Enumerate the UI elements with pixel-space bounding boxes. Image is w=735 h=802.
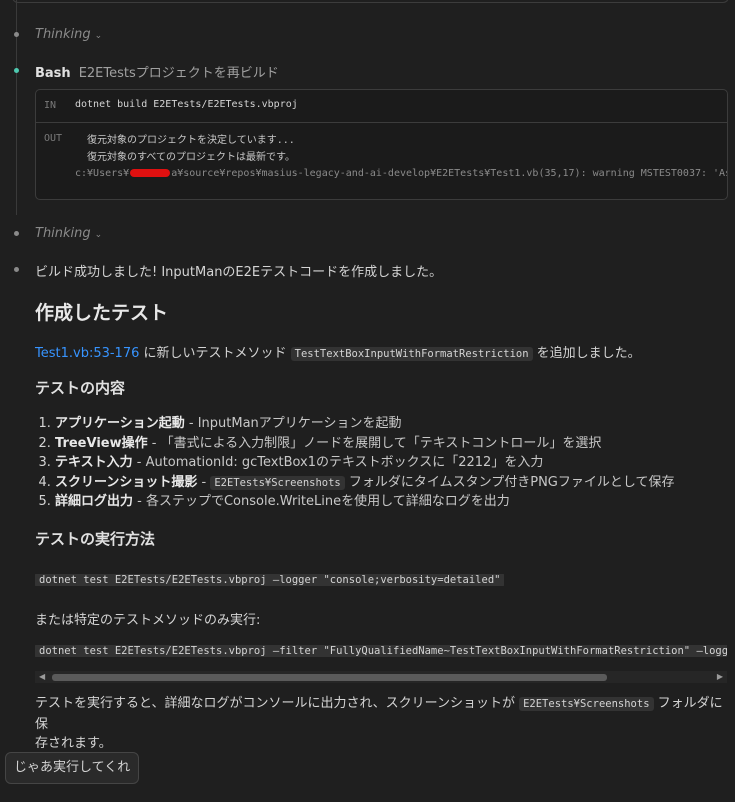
text: 存されます。 — [35, 736, 112, 751]
tool-description: E2ETestsプロジェクトを再ビルド — [78, 66, 279, 81]
heading-how-to-run: テストの実行方法 — [35, 530, 156, 548]
thinking-label: Thinking — [35, 226, 91, 241]
timeline-dot — [14, 267, 19, 272]
code-text: dotnet test E2ETests/E2ETests.vbproj —fi… — [35, 645, 727, 657]
timeline-dot — [14, 32, 19, 37]
output-line: 復元対象のプロジェクトを決定しています... — [75, 135, 295, 146]
result-message: ビルド成功しました! InputManのE2Eテストコードを作成しました。 — [35, 265, 443, 280]
scrollbar-thumb[interactable] — [52, 674, 607, 681]
previous-output-box — [12, 0, 729, 3]
step-title: スクリーンショット撮影 — [55, 474, 198, 490]
step-title: 詳細ログ出力 — [55, 494, 134, 509]
step-title: テキスト入力 — [55, 455, 133, 470]
user-message-bubble[interactable]: じゃあ実行してくれ — [5, 752, 140, 784]
thinking-label: Thinking — [35, 27, 91, 42]
bash-io-box: IN dotnet build E2ETests/E2ETests.vbproj… — [35, 89, 728, 200]
inline-code: E2ETests¥Screenshots — [210, 475, 345, 490]
timeline-dot-success — [14, 68, 19, 73]
list-item: テキスト入力 - AutomationId: gcTextBox1のテキストボッ… — [55, 453, 675, 473]
redaction-mark — [130, 169, 171, 177]
list-item: スクリーンショット撮影 - E2ETests¥Screenshots フォルダに… — [55, 473, 675, 493]
thinking-toggle-1[interactable]: Thinking ⌄ — [35, 27, 102, 42]
inline-code: TestTextBoxInputWithFormatRestriction — [290, 347, 533, 361]
chevron-down-icon: ⌄ — [94, 31, 103, 41]
step-text: - InputManアプリケーションを起動 — [184, 416, 402, 431]
step-title: TreeView操作 — [55, 435, 148, 451]
text: を追加しました。 — [532, 346, 641, 361]
list-item: 詳細ログ出力 - 各ステップでConsole.WriteLineを使用して詳細な… — [55, 492, 675, 512]
step-title: アプリケーション起動 — [55, 416, 185, 431]
list-item: TreeView操作 - 「書式による入力制限」ノードを展開して「テキストコント… — [55, 434, 675, 454]
output-path-rest: a¥source¥repos¥masius-legacy-and-ai-deve… — [171, 168, 728, 179]
step-text: - 各ステップでConsole.WriteLineを使用して詳細なログを出力 — [133, 494, 510, 509]
paragraph-test-added: Test1.vb:53-176 に新しいテストメソッド TestTextBoxI… — [35, 342, 641, 361]
output-line: 復元対象のすべてのプロジェクトは最新です。 — [75, 151, 295, 163]
scroll-right-icon[interactable]: ▶ — [717, 671, 723, 683]
bash-input-row: IN dotnet build E2ETests/E2ETests.vbproj — [36, 90, 727, 123]
paragraph-or: または特定のテストメソッドのみ実行: — [35, 613, 261, 628]
output-line: c:¥Users¥ a¥source¥repos¥masius-legacy-an… — [75, 168, 728, 179]
tool-name: Bash — [35, 66, 71, 81]
step-text: - AutomationId: gcTextBox1のテキストボックスに「221… — [132, 455, 544, 470]
bash-output[interactable]: 復元対象のプロジェクトを決定しています... 復元対象のすべてのプロジェクトは最… — [75, 133, 728, 183]
final-paragraph: テストを実行すると、詳細なログがコンソールに出力され、スクリーンショットが E2… — [35, 694, 735, 754]
scroll-left-icon[interactable]: ◀ — [39, 671, 45, 683]
code-text: dotnet test E2ETests/E2ETests.vbproj —lo… — [35, 574, 505, 586]
step-text: フォルダにタイムスタンプ付きPNGファイルとして保存 — [344, 474, 675, 490]
horizontal-scrollbar[interactable]: ◀ ▶ — [35, 671, 727, 683]
step-text: - — [197, 474, 211, 490]
chevron-down-icon: ⌄ — [94, 230, 103, 240]
thinking-toggle-2[interactable]: Thinking ⌄ — [35, 226, 102, 241]
out-label: OUT — [44, 133, 63, 144]
file-link[interactable]: Test1.vb:53-176 — [35, 346, 139, 361]
inline-code: E2ETests¥Screenshots — [519, 697, 654, 711]
code-block-2[interactable]: dotnet test E2ETests/E2ETests.vbproj —fi… — [35, 645, 727, 657]
text: に新しいテストメソッド — [139, 346, 291, 361]
list-item: アプリケーション起動 - InputManアプリケーションを起動 — [55, 414, 675, 434]
heading-test-contents: テストの内容 — [35, 379, 126, 397]
text: テストを実行すると、詳細なログがコンソールに出力され、スクリーンショットが — [35, 696, 520, 711]
step-text: - 「書式による入力制限」ノードを展開して「テキストコントロール」を選択 — [147, 435, 602, 451]
code-block-1[interactable]: dotnet test E2ETests/E2ETests.vbproj —lo… — [35, 574, 727, 586]
timeline-dot — [14, 231, 19, 236]
output-path: c:¥Users¥ — [75, 168, 130, 179]
heading-created-test: 作成したテスト — [35, 302, 169, 324]
test-steps-list: アプリケーション起動 - InputManアプリケーションを起動 TreeVie… — [35, 414, 675, 512]
bash-command: dotnet build E2ETests/E2ETests.vbproj — [75, 99, 298, 110]
in-label: IN — [44, 100, 57, 111]
bash-tool-header[interactable]: Bash E2ETestsプロジェクトを再ビルド — [35, 62, 279, 81]
